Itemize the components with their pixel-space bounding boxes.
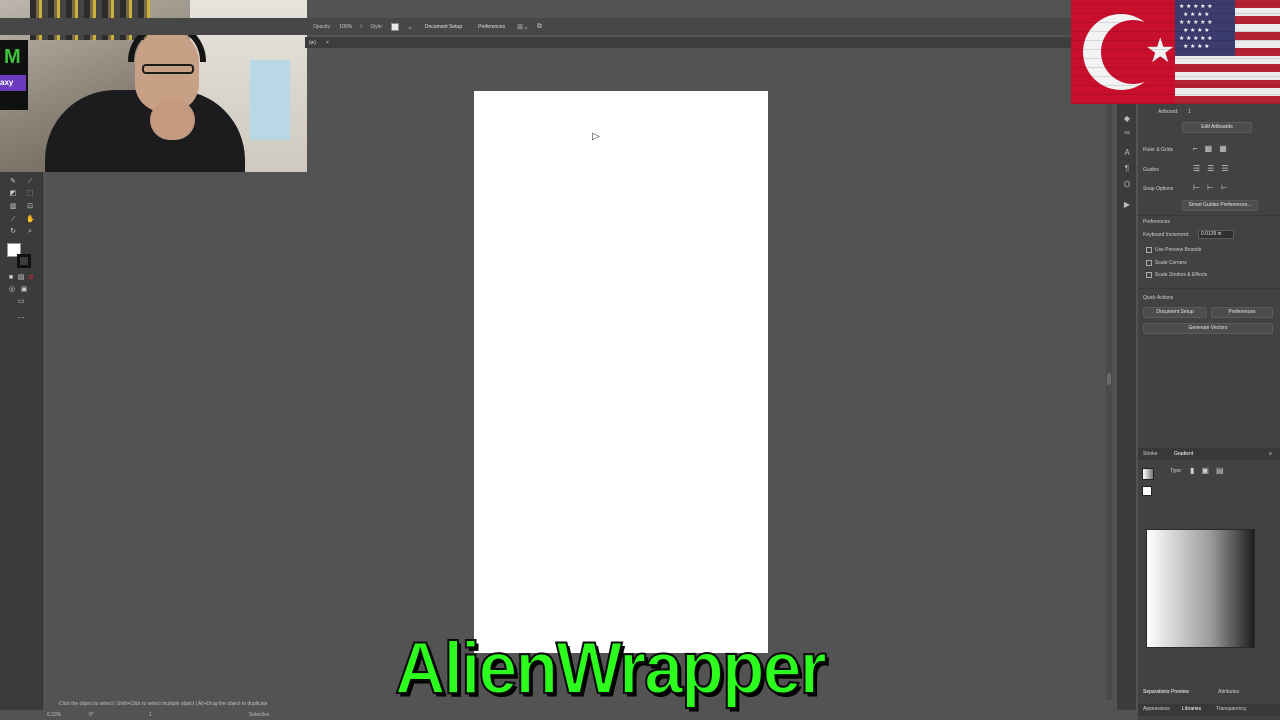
keyboard-increment-field[interactable]: 0.0139 in xyxy=(1198,230,1234,239)
snap-icons[interactable]: ⊢⊢⊢ xyxy=(1193,183,1235,192)
vertical-scrollbar[interactable] xyxy=(1106,48,1112,700)
scrollbar-thumb[interactable] xyxy=(1107,373,1111,385)
tab-attributes[interactable]: Attributes xyxy=(1218,689,1239,695)
gradient-fill-stroke-icon[interactable] xyxy=(1142,486,1152,496)
rulers-grid-icons[interactable]: ⌐▦▦ xyxy=(1193,144,1234,153)
guides-label: Guides xyxy=(1143,167,1159,173)
brand-overlay-title: AlienWrapper xyxy=(394,626,828,710)
artboard-number[interactable]: 1 xyxy=(149,712,152,718)
artboard-tool-icon[interactable]: ⊡ xyxy=(26,203,34,211)
scale-strokes-label: Scale Strokes & Effects xyxy=(1155,272,1208,278)
color-icon[interactable]: ■ xyxy=(7,274,15,282)
gradient-type-icons[interactable]: ▮▣▤ xyxy=(1190,466,1231,475)
tab-libraries[interactable]: Libraries xyxy=(1182,706,1201,712)
use-preview-bounds-label: Use Preview Bounds xyxy=(1155,247,1202,253)
close-tab-icon[interactable]: × xyxy=(326,40,329,46)
gradient-swatch[interactable] xyxy=(1142,468,1154,480)
scale-corners-label: Scale Corners xyxy=(1155,260,1187,266)
links-icon[interactable]: ∞ xyxy=(1122,128,1132,137)
artboard[interactable] xyxy=(474,91,768,653)
divider xyxy=(1138,288,1280,289)
guides-icons[interactable]: ☰☰☰ xyxy=(1193,164,1236,173)
live-paint-icon[interactable]: ⬚ xyxy=(26,190,34,198)
arrange-icon[interactable]: ⊞⌄ xyxy=(517,23,529,31)
gradient-panel-tabs: Stroke Gradient ≡ xyxy=(1138,448,1280,460)
bottom-panel-tabs-1: Separations Preview Attributes xyxy=(1138,687,1280,699)
webcam-sticker: axy xyxy=(0,75,26,91)
opacity-label: Opacity: xyxy=(313,23,332,30)
pointer-cursor-icon: ▷ xyxy=(592,131,600,142)
quick-actions-header: Quick Actions xyxy=(1143,295,1174,301)
graph-tool-icon[interactable]: ▥ xyxy=(9,203,17,211)
keyboard-increment-label: Keyboard Increment: xyxy=(1143,232,1190,238)
properties-panel: Artboard: 1 Edit Artboards Ruler & Grids… xyxy=(1138,104,1280,720)
document-setup-panel-button[interactable]: Document Setup xyxy=(1143,307,1207,318)
divider xyxy=(1138,215,1280,216)
actions-play-icon[interactable]: ▶ xyxy=(1122,200,1132,209)
panel-menu-icon[interactable]: ≡ xyxy=(1269,451,1272,457)
none-icon[interactable]: ⧄ xyxy=(27,274,35,282)
artboard-label: Artboard: xyxy=(1158,109,1179,115)
artboard-select[interactable]: 1 xyxy=(1188,109,1191,115)
gradient-icon[interactable]: ▤ xyxy=(17,274,25,282)
tab-appearance[interactable]: Appearance xyxy=(1143,706,1170,712)
webcam-chair xyxy=(250,60,290,140)
layers-icon[interactable]: ◆ xyxy=(1122,114,1132,123)
hand-tool-icon[interactable]: ✋ xyxy=(26,216,35,224)
document-setup-button[interactable]: Document Setup xyxy=(421,23,466,31)
tools-panel: ✎ ⟋ ◩ ⬚ ▥ ⊡ ⟋ ✋ ↻ ⌕ ■ ▤ ⧄ ◎ ▣ ▭ ⋯ xyxy=(0,172,43,710)
stroke-swatch[interactable] xyxy=(17,254,31,268)
screen-mode-icon[interactable]: ▣ xyxy=(20,286,28,294)
opentype-icon[interactable]: O xyxy=(1122,180,1132,189)
gradient-preview[interactable] xyxy=(1146,529,1255,648)
status-hint: Click the object to select | Shift+Click… xyxy=(59,701,268,707)
generate-vectors-button[interactable]: Generate Vectors xyxy=(1143,323,1273,334)
webcam-hand xyxy=(150,100,195,140)
bottom-panel-tabs-2: Appearance Libraries Transparency xyxy=(1138,704,1280,716)
rulers-grids-label: Ruler & Grids xyxy=(1143,147,1174,153)
shape-builder-icon[interactable]: ◩ xyxy=(9,190,17,198)
paragraph-icon[interactable]: ¶ xyxy=(1122,164,1132,173)
document-tab[interactable]: (w) xyxy=(309,40,316,46)
chevron-down-icon[interactable]: ⌄ xyxy=(407,23,413,31)
scale-strokes-checkbox[interactable] xyxy=(1146,272,1152,278)
chevron-right-icon[interactable]: › xyxy=(360,23,362,30)
edit-artboards-button[interactable]: Edit Artboards xyxy=(1182,122,1252,133)
style-swatch[interactable] xyxy=(391,22,399,31)
more-tools-icon[interactable]: ⋯ xyxy=(17,315,25,323)
preferences-button[interactable]: Preferences xyxy=(474,23,509,31)
tab-transparency[interactable]: Transparency xyxy=(1216,706,1246,712)
zoom-level[interactable]: 6.33% xyxy=(47,712,61,718)
preferences-header: Preferences xyxy=(1143,219,1170,225)
snap-options-label: Snap Options xyxy=(1143,186,1174,192)
tab-gradient[interactable]: Gradient xyxy=(1174,451,1193,457)
style-label: Style: xyxy=(370,23,383,30)
scale-corners-checkbox[interactable] xyxy=(1146,260,1152,266)
document-tabs: (w) × xyxy=(305,37,1105,48)
eyedropper-tool-icon[interactable]: ⟋ xyxy=(26,178,34,186)
current-tool[interactable]: Selection xyxy=(249,712,270,718)
preferences-panel-button[interactable]: Preferences xyxy=(1211,307,1273,318)
opacity-value[interactable]: 100% xyxy=(339,24,352,30)
use-preview-bounds-checkbox[interactable] xyxy=(1146,247,1152,253)
tab-stroke[interactable]: Stroke xyxy=(1143,451,1157,457)
character-icon[interactable]: A xyxy=(1122,148,1132,157)
draw-mode-icon[interactable]: ◎ xyxy=(8,286,16,294)
rotation-value[interactable]: 0° xyxy=(89,712,94,718)
flag-brick-texture xyxy=(1071,0,1280,104)
external-icon[interactable]: ⧉ xyxy=(537,23,542,31)
zoom-tool-icon[interactable]: ⌕ xyxy=(26,228,34,236)
smart-guides-prefs-button[interactable]: Smart Guides Preferences... xyxy=(1182,200,1258,211)
panel-icon-rail: ◆ ∞ A ¶ O ▶ xyxy=(1117,104,1136,710)
slice-tool-icon[interactable]: ⟋ xyxy=(9,216,17,224)
pen-tool-icon[interactable]: ✎ xyxy=(9,178,17,186)
gradient-type-label: Type: xyxy=(1170,468,1183,474)
edit-toolbar-icon[interactable]: ▭ xyxy=(17,298,25,306)
webcam-glasses xyxy=(142,64,194,74)
rotate-view-icon[interactable]: ↻ xyxy=(9,228,17,236)
flag-overlay: ★ ★ ★ ★ ★ ★ ★ ★ ★ ★ ★ ★ ★ ★ ★ ★ ★ ★ ★ ★ … xyxy=(1071,0,1280,104)
tab-separations-preview[interactable]: Separations Preview xyxy=(1143,689,1189,695)
